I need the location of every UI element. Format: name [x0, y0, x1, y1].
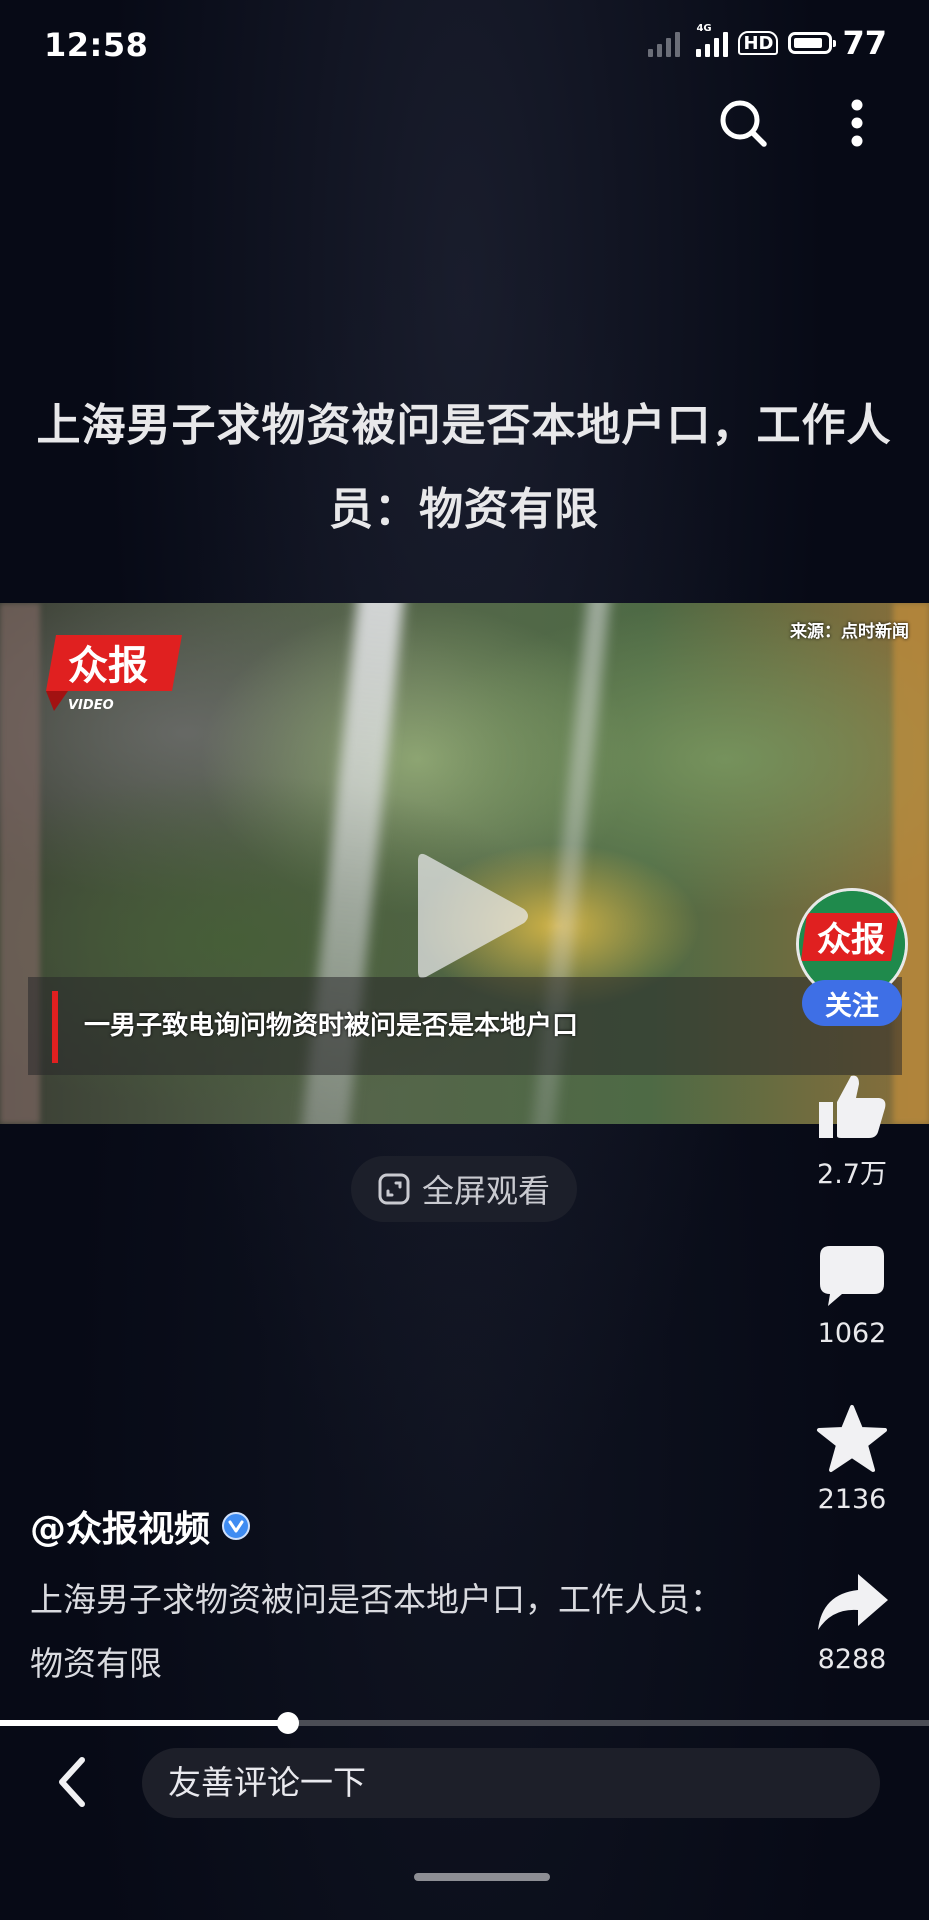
video-title: 上海男子求物资被问是否本地户口，工作人员：物资有限: [36, 400, 892, 535]
like-button[interactable]: 2.7万: [800, 1072, 904, 1191]
video-progress-bar[interactable]: [0, 1712, 929, 1734]
more-options-button[interactable]: [838, 96, 876, 152]
search-icon: [720, 100, 767, 147]
author-avatar-group: 众报 关注: [794, 888, 910, 1028]
comment-count: 1062: [817, 1318, 887, 1349]
video-player[interactable]: 来源：点时新闻 众报 VIDEO 一男子致电询问物资时被问是否是本地户口: [0, 603, 929, 1124]
fullscreen-button[interactable]: 全屏观看: [351, 1156, 577, 1222]
video-caption: 上海男子求物资被问是否本地户口，工作人员：物资有限: [30, 1580, 723, 1683]
zhongbao-logo: 众报 VIDEO: [46, 635, 182, 713]
back-arrow-icon: [59, 1757, 85, 1807]
verified-badge-icon: [222, 1512, 251, 1540]
star-icon: [817, 1405, 887, 1472]
network-type: 4G: [696, 23, 712, 34]
comment-input[interactable]: 友善评论一下: [142, 1748, 880, 1818]
progress-played: [0, 1720, 288, 1726]
signal-sim1-icon: [648, 29, 681, 57]
battery-icon: [788, 32, 837, 54]
share-arrow-icon: [818, 1574, 888, 1630]
fullscreen-label: 全屏观看: [421, 1172, 550, 1210]
comment-button[interactable]: 1062: [800, 1244, 904, 1349]
author-name-row[interactable]: @众报视频: [30, 1500, 251, 1552]
video-source-label: 来源：点时新闻: [790, 622, 909, 642]
back-button[interactable]: [52, 1756, 96, 1808]
comment-bubble-icon: [820, 1246, 884, 1306]
home-indicator[interactable]: [414, 1873, 550, 1881]
like-count: 2.7万: [817, 1159, 887, 1190]
favorite-button[interactable]: 2136: [800, 1404, 904, 1515]
video-subtitle: 一男子致电询问物资时被问是否是本地户口: [84, 1011, 579, 1041]
subtitle-accent-line: [52, 991, 58, 1063]
play-icon[interactable]: [408, 845, 532, 987]
signal-sim2-icon: 4G: [696, 23, 729, 57]
progress-knob[interactable]: [276, 1712, 299, 1734]
status-bar: 12:58 4G HD 77: [0, 0, 929, 92]
svg-text:众报: 众报: [817, 920, 885, 960]
share-button[interactable]: 8288: [800, 1572, 904, 1675]
author-name: @众报视频: [30, 1509, 211, 1550]
more-vertical-icon: [851, 99, 863, 147]
fullscreen-icon: [378, 1173, 410, 1205]
follow-button[interactable]: 关注: [802, 980, 902, 1026]
share-count: 8288: [817, 1644, 887, 1675]
search-button[interactable]: [716, 96, 772, 152]
svg-text:VIDEO: VIDEO: [68, 698, 114, 713]
thumbs-up-icon: [819, 1075, 886, 1138]
svg-text:众报: 众报: [68, 643, 148, 689]
hd-voice-icon: HD: [738, 31, 779, 55]
video-subtitle-bar: 一男子致电询问物资时被问是否是本地户口: [28, 977, 902, 1075]
battery-level: 77: [842, 24, 887, 62]
status-time: 12:58: [44, 26, 149, 64]
status-icons: 4G HD 77: [648, 23, 887, 62]
favorite-count: 2136: [817, 1484, 887, 1515]
